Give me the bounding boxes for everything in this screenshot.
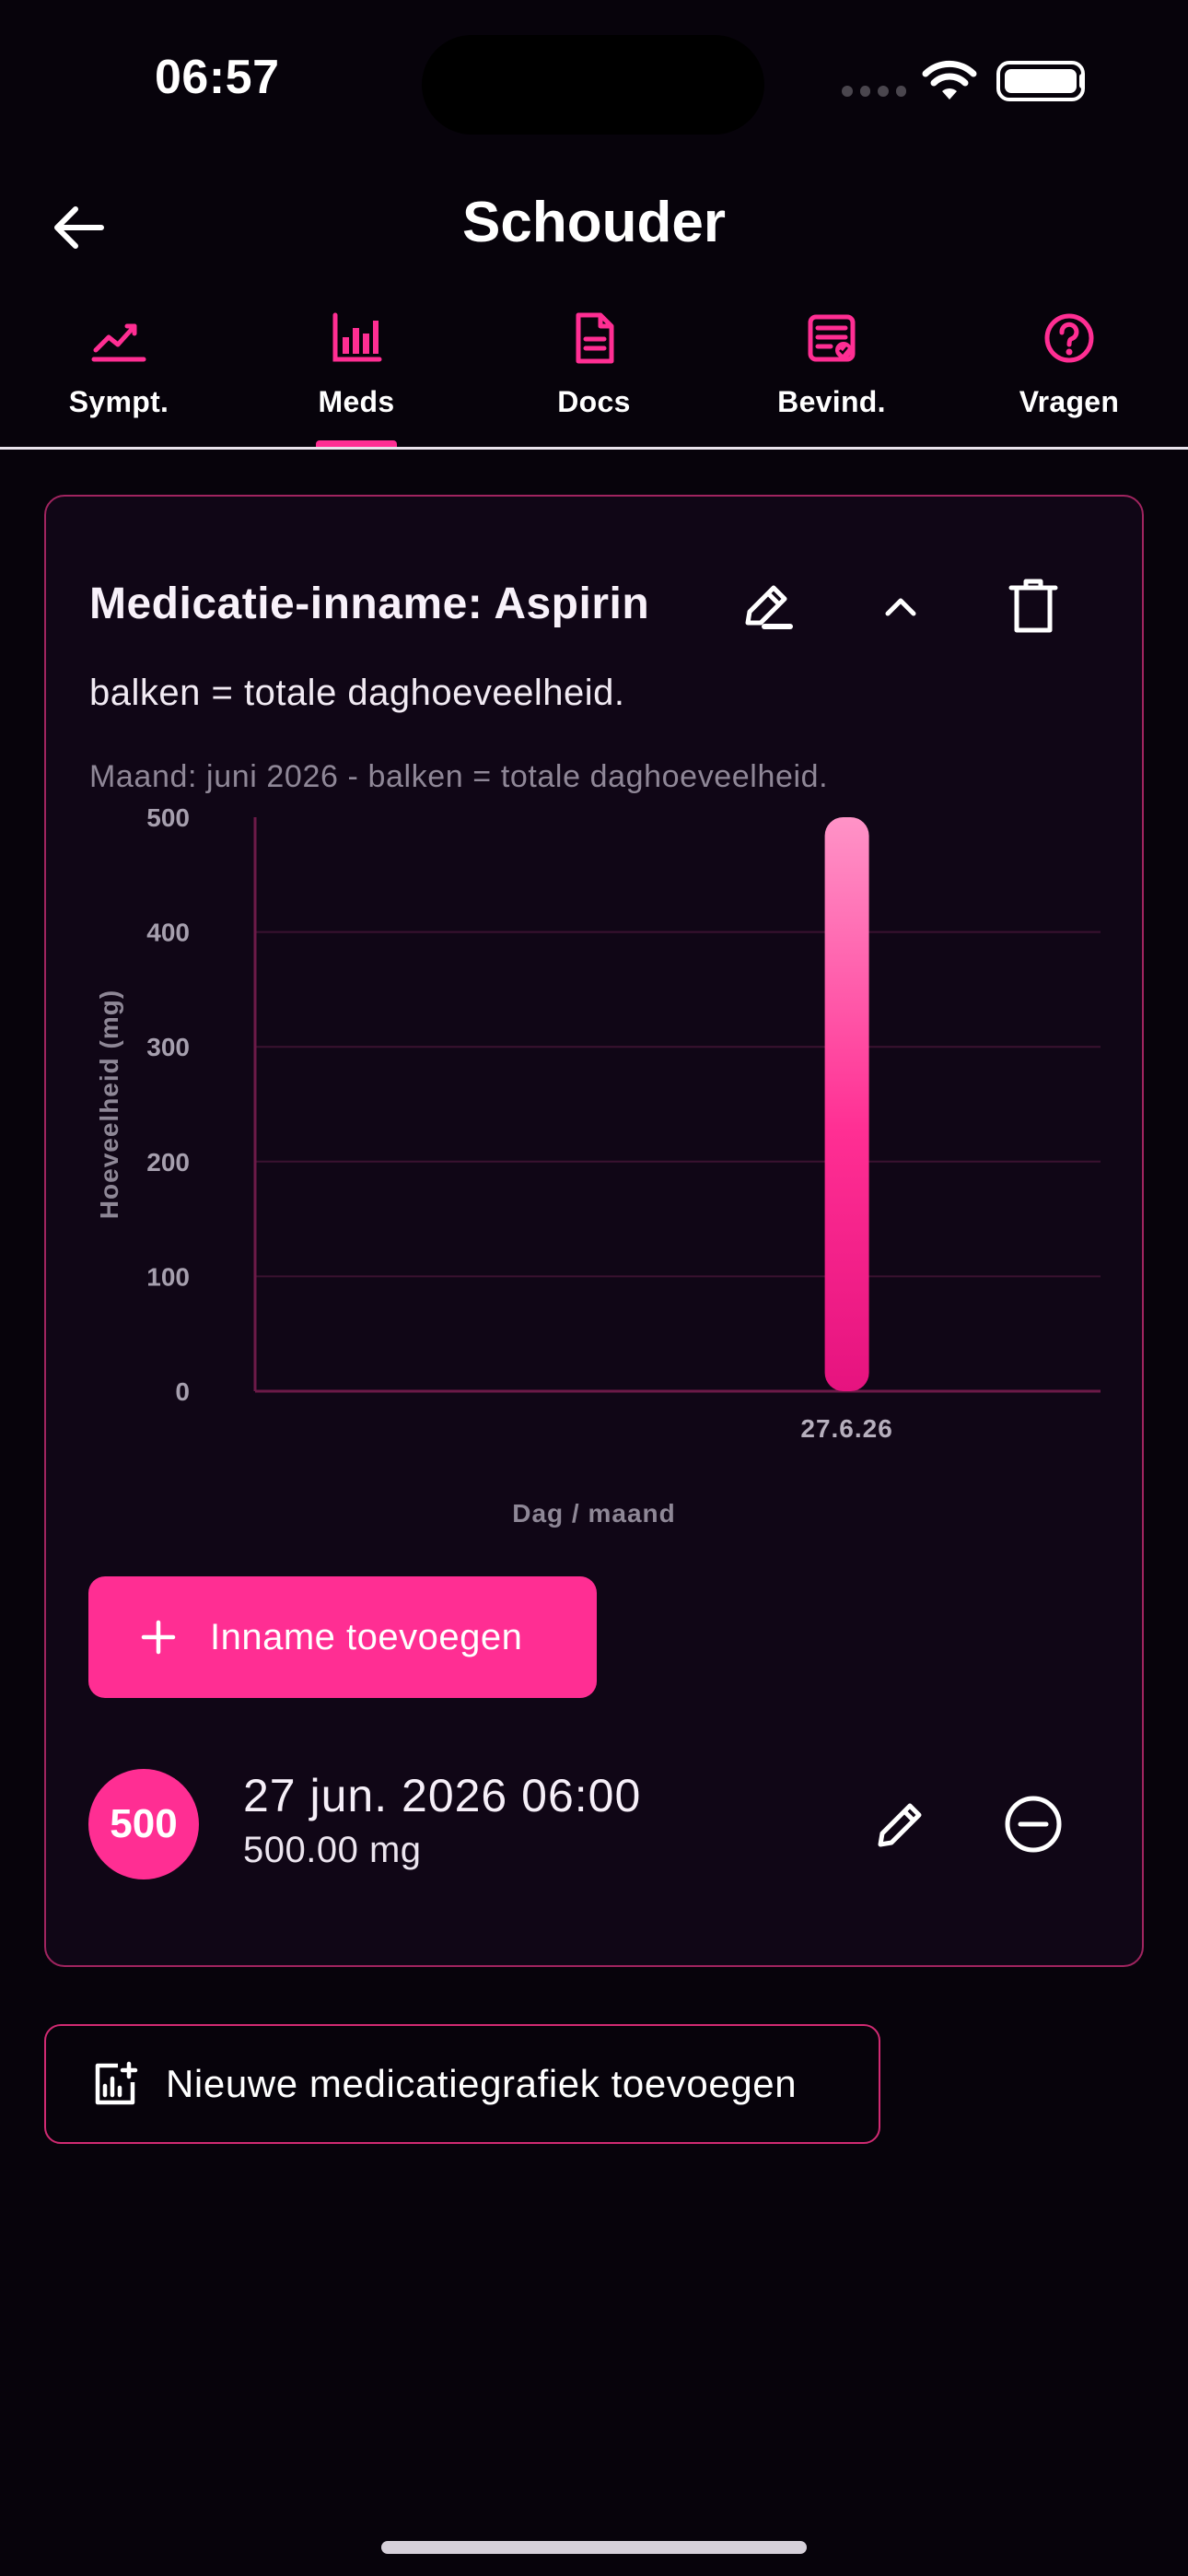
page-title: Schouder xyxy=(462,191,726,254)
tab-divider xyxy=(0,447,1188,450)
tab-label: Sympt. xyxy=(68,385,169,418)
tab-label: Vragen xyxy=(1019,385,1120,418)
card-title: Medicatie-inname: Aspirin xyxy=(89,580,650,628)
y-tick-label: 200 xyxy=(146,1148,190,1177)
y-tick-label: 400 xyxy=(146,919,190,947)
add-intake-label: Inname toevoegen xyxy=(210,1616,523,1657)
plus-icon xyxy=(141,1620,176,1655)
y-tick-label: 100 xyxy=(146,1262,190,1291)
pencil-icon xyxy=(878,1803,922,1847)
edit-chart-button[interactable] xyxy=(728,568,805,645)
y-axis-label: Hoeveelheid (mg) xyxy=(95,989,123,1219)
delete-chart-button[interactable] xyxy=(995,568,1072,645)
tab-docs[interactable]: Docs xyxy=(475,304,713,448)
tab-sympt[interactable]: Sympt. xyxy=(0,304,238,448)
status-time: 06:57 xyxy=(155,51,280,104)
add-intake-button[interactable]: Inname toevoegen xyxy=(88,1576,597,1698)
trend-chart-icon xyxy=(91,323,146,362)
medication-bar-chart: 0 100 200 300 400 500 27.6.26 Hoeveelheid (mg… xyxy=(95,803,1101,1528)
tab-vragen[interactable]: Vragen xyxy=(950,304,1188,448)
tab-meds[interactable]: Meds xyxy=(238,304,475,448)
minus-circle-icon xyxy=(1005,1796,1062,1853)
clipboard-check-icon xyxy=(808,314,856,362)
collapse-button[interactable] xyxy=(862,568,939,645)
intake-amount-badge: 500 xyxy=(88,1769,199,1879)
dynamic-island xyxy=(422,35,764,135)
y-tick-label: 500 xyxy=(146,803,190,832)
battery-cap xyxy=(1079,74,1085,88)
tab-label: Docs xyxy=(557,385,631,418)
x-axis-label: Dag / maand xyxy=(512,1499,675,1528)
battery-icon xyxy=(996,61,1085,101)
y-tick-label: 300 xyxy=(146,1033,190,1061)
add-chart-icon xyxy=(95,2061,138,2105)
wifi-icon xyxy=(922,60,977,100)
tab-label: Bevind. xyxy=(777,385,886,418)
intake-datetime: 27 jun. 2026 06:00 xyxy=(243,1770,642,1821)
document-icon xyxy=(576,312,614,364)
new-medication-chart-button[interactable]: Nieuwe medicatiegrafiek toevoegen xyxy=(44,2024,880,2144)
tab-label: Meds xyxy=(318,385,395,418)
trash-icon xyxy=(1008,579,1058,633)
edit-intake-button[interactable] xyxy=(862,1786,939,1863)
tab-bar: Sympt. Meds Docs Bevind. Vragen xyxy=(0,304,1188,448)
chart-caption: Maand: juni 2026 - balken = totale dagho… xyxy=(89,759,829,794)
help-circle-icon xyxy=(1044,313,1094,363)
chevron-up-icon xyxy=(885,598,916,616)
edit-pencil-icon xyxy=(745,585,793,629)
tab-bevind[interactable]: Bevind. xyxy=(713,304,950,448)
chart-bar xyxy=(824,817,869,1391)
card-description: balken = totale daghoeveelheid. xyxy=(89,673,625,713)
x-tick-label: 27.6.26 xyxy=(800,1414,892,1443)
new-medication-chart-label: Nieuwe medicatiegrafiek toevoegen xyxy=(166,2062,798,2105)
home-indicator xyxy=(381,2541,807,2554)
bar-chart-icon xyxy=(332,312,382,362)
intake-amount: 500.00 mg xyxy=(243,1830,422,1870)
remove-intake-button[interactable] xyxy=(995,1786,1072,1863)
cellular-signal-icon xyxy=(842,85,906,98)
y-tick-label: 0 xyxy=(175,1377,190,1406)
